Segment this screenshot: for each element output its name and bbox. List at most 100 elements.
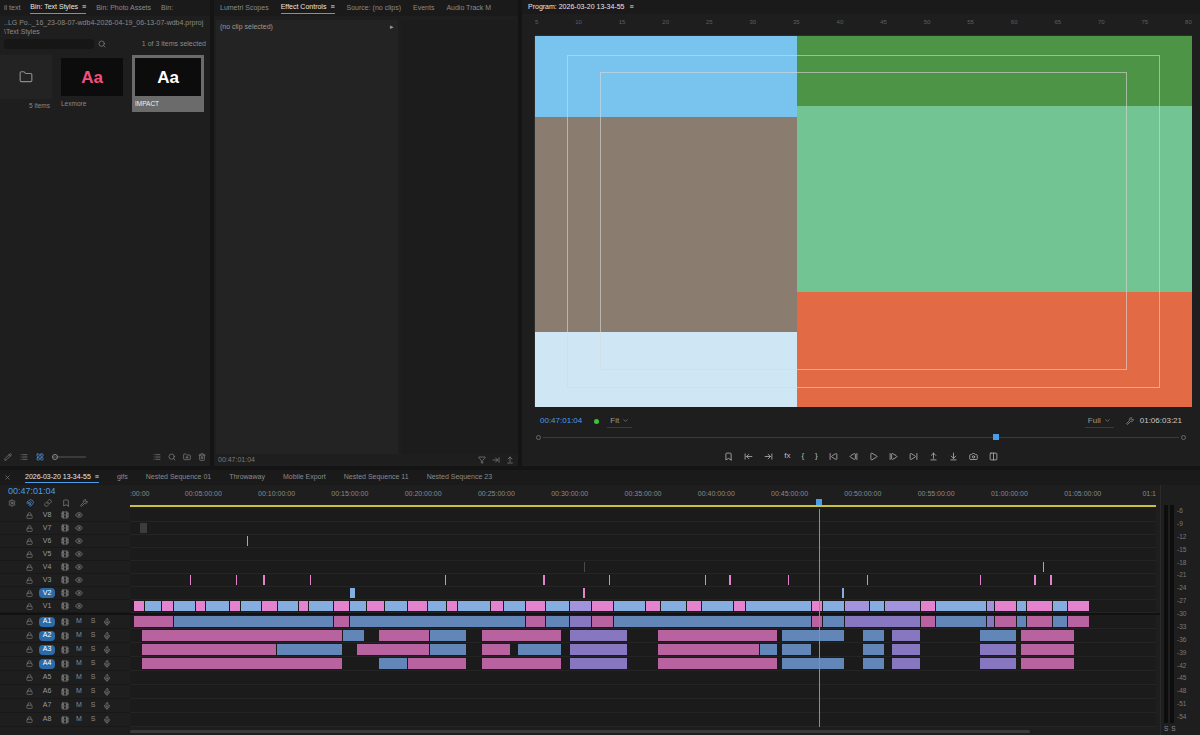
clip[interactable]	[1027, 616, 1053, 627]
zoom-dropdown[interactable]: Fit	[607, 415, 632, 428]
clip[interactable]	[526, 601, 547, 611]
clip[interactable]	[518, 644, 562, 655]
tab[interactable]: gifs	[117, 472, 128, 483]
sync-lock-icon[interactable]	[61, 524, 69, 532]
playback-scrubber[interactable]	[543, 433, 1179, 441]
add-marker-icon[interactable]	[62, 499, 70, 507]
clip[interactable]	[609, 575, 611, 585]
track-label[interactable]: V2	[39, 588, 55, 598]
clip[interactable]	[482, 658, 563, 669]
clip[interactable]	[183, 562, 184, 572]
clip[interactable]	[863, 644, 885, 655]
tab[interactable]: Lumetri Scopes	[220, 3, 269, 14]
clip[interactable]	[863, 630, 885, 641]
clip[interactable]	[416, 562, 417, 572]
clip[interactable]	[812, 601, 824, 611]
sort-icon[interactable]	[153, 453, 161, 461]
sync-lock-icon[interactable]	[61, 702, 69, 710]
clip[interactable]	[491, 601, 504, 611]
mark-in-icon[interactable]	[744, 452, 753, 461]
solo-button[interactable]: S	[89, 658, 97, 669]
mute-button[interactable]: M	[75, 658, 83, 669]
lock-icon[interactable]	[26, 702, 33, 709]
clip[interactable]	[134, 616, 174, 627]
clip[interactable]	[885, 601, 922, 611]
text-style-item[interactable]: AaLexmore	[58, 55, 126, 112]
track-label[interactable]: A8	[39, 715, 55, 725]
track-label[interactable]: A5	[39, 673, 55, 683]
clip[interactable]	[845, 601, 870, 611]
tab[interactable]: 2026-03-20 13-34-55≡	[25, 472, 99, 484]
transport-button[interactable]: fx	[784, 452, 790, 460]
clip[interactable]	[445, 575, 447, 585]
clip[interactable]	[236, 575, 238, 585]
sync-lock-icon[interactable]	[61, 688, 69, 696]
clip[interactable]	[357, 644, 430, 655]
track-label[interactable]: V5	[39, 549, 55, 559]
track-label[interactable]: V1	[39, 601, 55, 611]
clip[interactable]	[430, 644, 467, 655]
expand-toggle[interactable]: ▸	[390, 22, 394, 33]
clip[interactable]	[584, 562, 585, 572]
lock-icon[interactable]	[26, 590, 33, 597]
sync-lock-icon[interactable]	[61, 589, 69, 597]
track-label[interactable]: A4	[39, 659, 55, 669]
eye-icon[interactable]	[75, 576, 83, 584]
text-style-item[interactable]: AaIMPACT	[132, 55, 204, 112]
quality-dropdown[interactable]: Full	[1085, 415, 1114, 428]
sync-lock-icon[interactable]	[61, 563, 69, 571]
clip[interactable]	[174, 601, 196, 611]
clip[interactable]	[1068, 616, 1090, 627]
program-timecode[interactable]: 00:47:01:04	[540, 415, 582, 427]
lock-icon[interactable]	[26, 674, 33, 681]
play-icon[interactable]	[869, 452, 878, 461]
clip[interactable]	[782, 658, 845, 669]
clip[interactable]	[379, 630, 430, 641]
clip[interactable]	[812, 616, 824, 627]
clip[interactable]	[367, 601, 385, 611]
lock-icon[interactable]	[26, 525, 33, 532]
solo-button[interactable]: S	[89, 700, 97, 711]
clip[interactable]	[162, 601, 174, 611]
clip[interactable]	[921, 601, 936, 611]
clip[interactable]	[196, 601, 206, 611]
lock-icon[interactable]	[26, 564, 33, 571]
clip[interactable]	[145, 601, 163, 611]
clip[interactable]	[702, 601, 734, 611]
clip[interactable]	[782, 630, 845, 641]
eye-icon[interactable]	[75, 511, 83, 519]
clip[interactable]	[206, 601, 229, 611]
clip[interactable]	[343, 630, 365, 641]
tab[interactable]: Source: (no clips)	[347, 3, 401, 14]
step-forward-icon[interactable]	[889, 452, 898, 461]
mute-button[interactable]: M	[75, 630, 83, 641]
mute-button[interactable]: M	[75, 700, 83, 711]
clip[interactable]	[614, 616, 812, 627]
clip[interactable]	[746, 601, 812, 611]
nest-icon[interactable]	[8, 499, 16, 507]
clip[interactable]	[892, 644, 921, 655]
marker-icon[interactable]	[724, 452, 733, 461]
eye-icon[interactable]	[75, 524, 83, 532]
icon-view-icon[interactable]	[36, 453, 44, 461]
clip[interactable]	[845, 616, 921, 627]
export-frame-icon[interactable]	[969, 452, 978, 461]
track-label[interactable]: V3	[39, 575, 55, 585]
mic-icon[interactable]	[103, 702, 111, 710]
clip[interactable]	[995, 601, 1017, 611]
mute-button[interactable]: M	[75, 644, 83, 655]
clip[interactable]	[921, 616, 936, 627]
sync-lock-icon[interactable]	[61, 511, 69, 519]
search-field[interactable]	[4, 39, 94, 49]
clip[interactable]	[987, 616, 994, 627]
clip[interactable]	[334, 616, 350, 627]
clip[interactable]	[1017, 601, 1027, 611]
clip[interactable]	[526, 616, 547, 627]
clip[interactable]	[570, 630, 629, 641]
search-icon[interactable]	[98, 40, 106, 48]
lock-icon[interactable]	[26, 660, 33, 667]
tab[interactable]: Mobile Export	[283, 472, 326, 483]
mute-button[interactable]: M	[75, 686, 83, 697]
track-label[interactable]: V7	[39, 523, 55, 533]
solo-button[interactable]: S	[89, 616, 97, 627]
